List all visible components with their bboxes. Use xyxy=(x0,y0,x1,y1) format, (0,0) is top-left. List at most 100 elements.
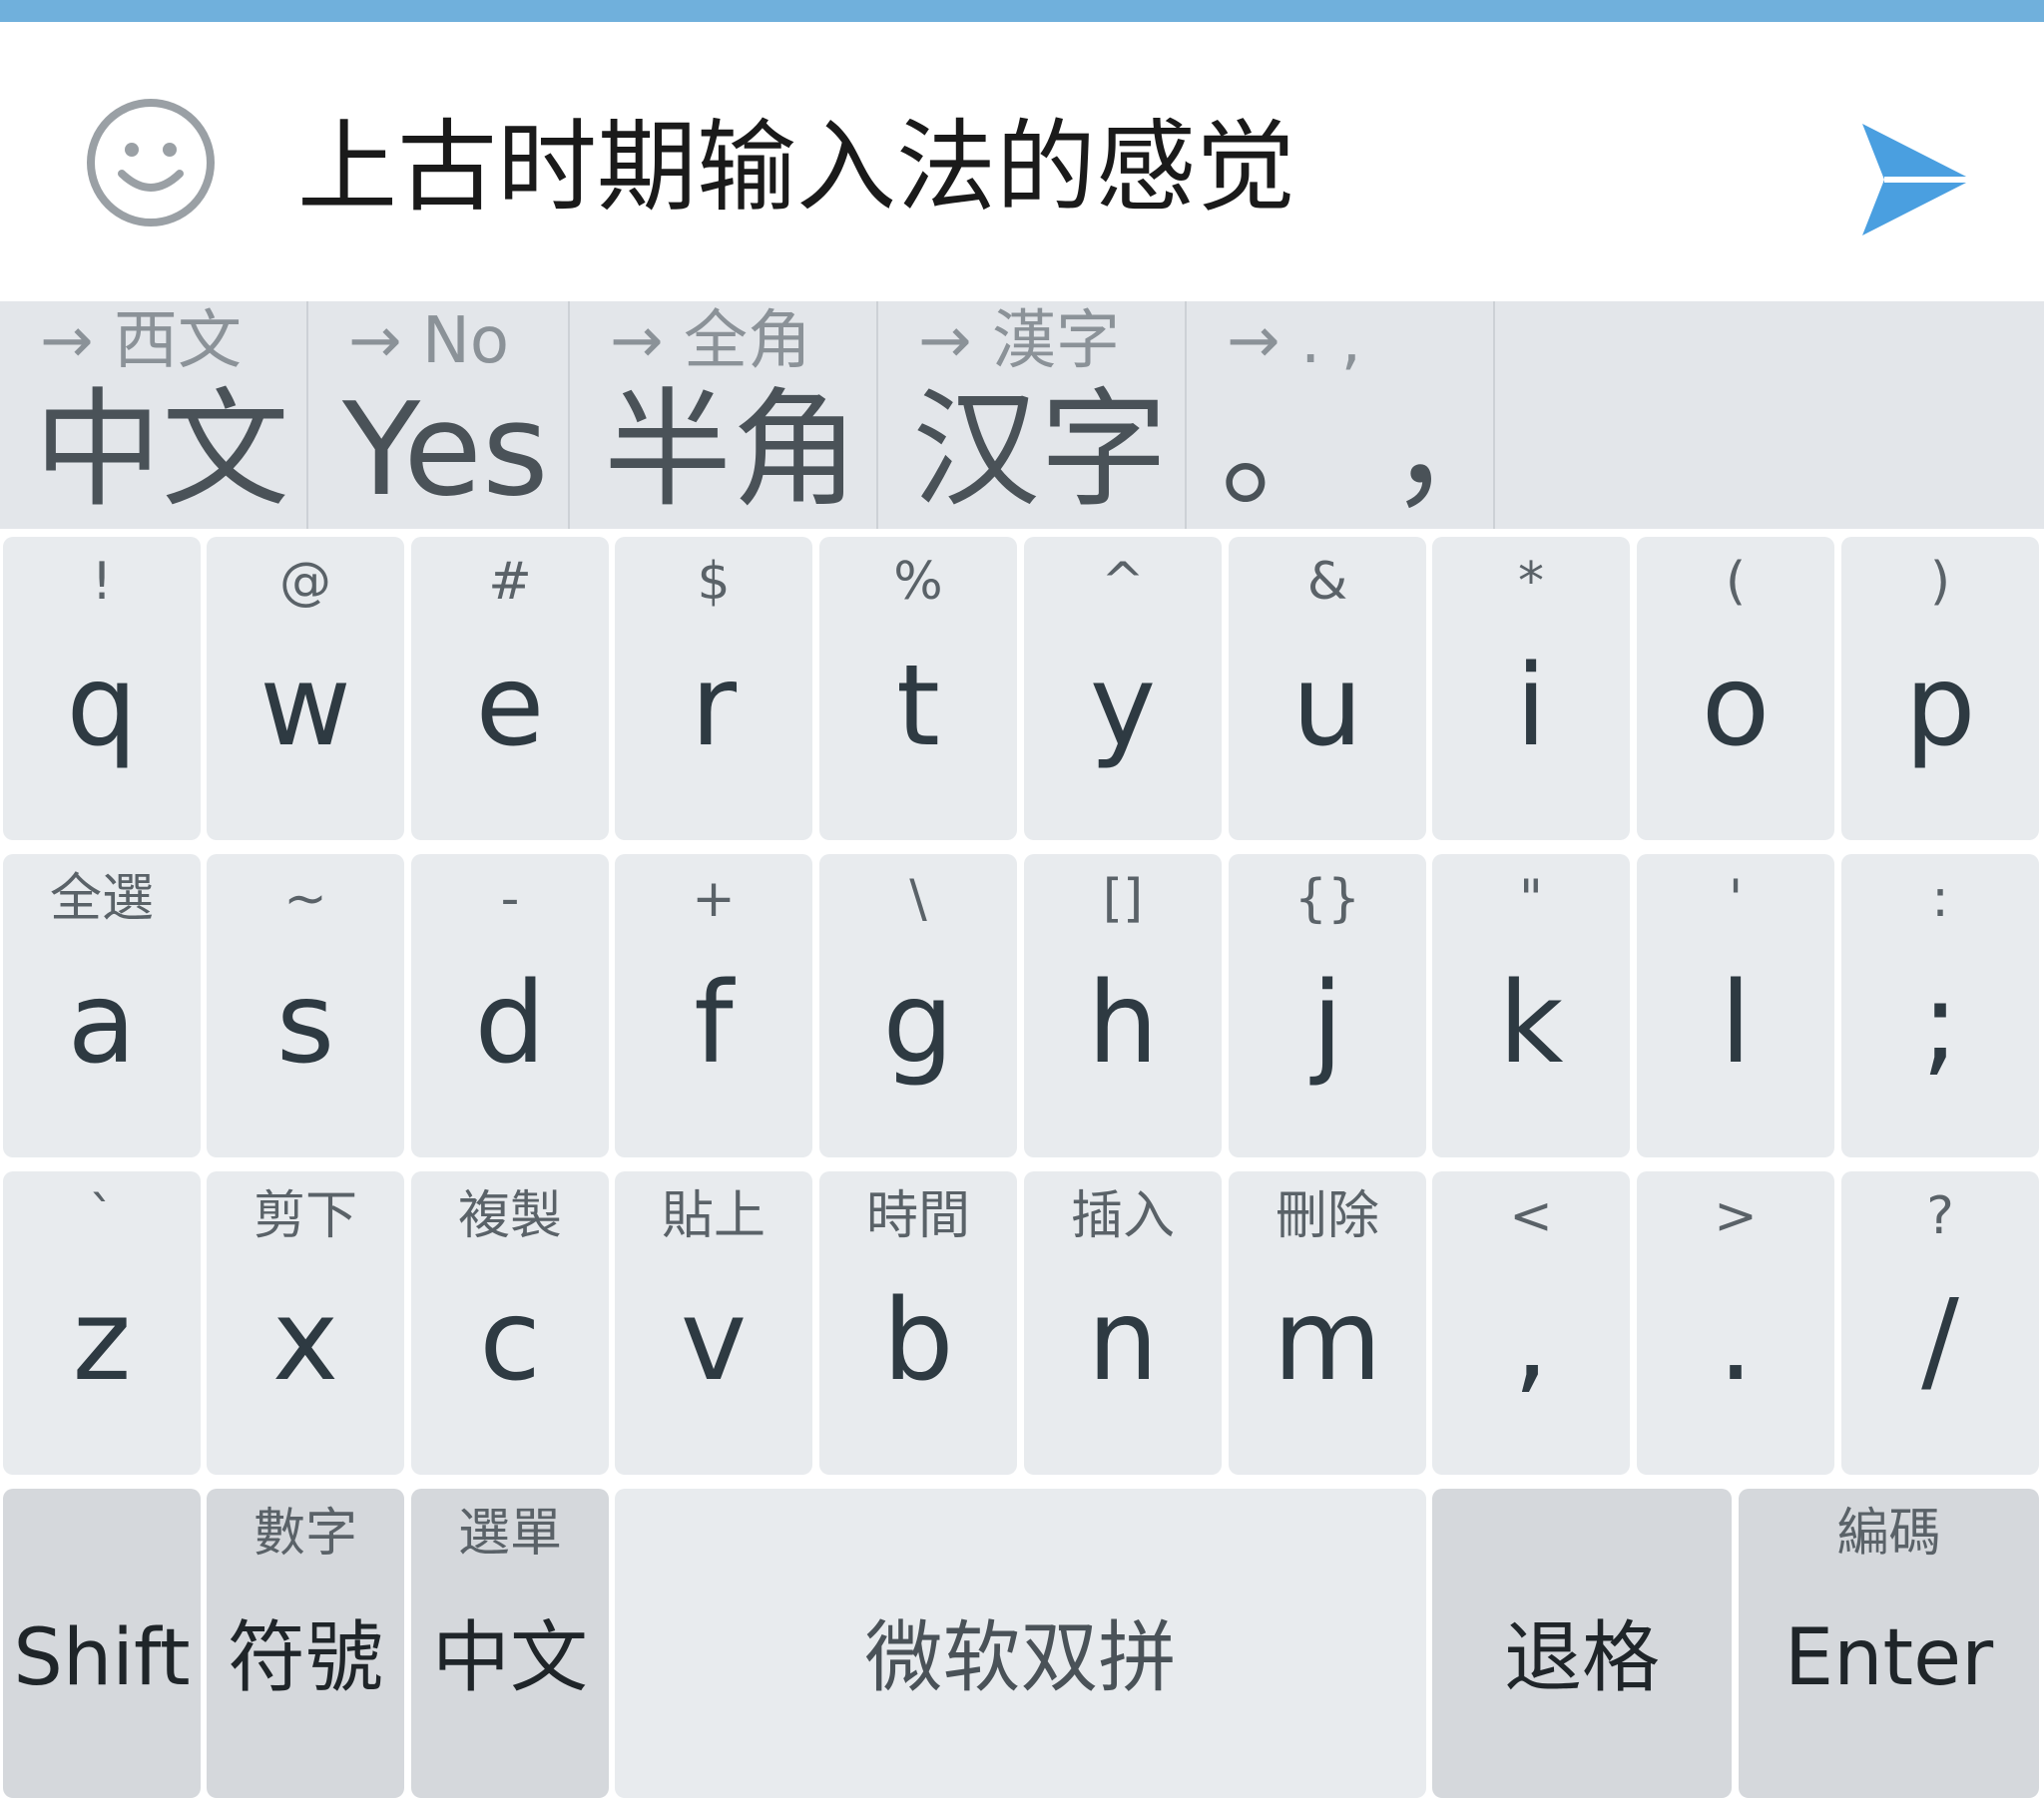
key-z[interactable]: ` z xyxy=(3,1171,201,1475)
key-main: w xyxy=(259,642,351,771)
key-alt: # xyxy=(488,552,532,612)
key-o[interactable]: (o xyxy=(1637,537,1834,840)
mode-toggle-language[interactable]: → 西文 中文 xyxy=(0,301,308,529)
key-alt: 插入 xyxy=(1070,1186,1175,1246)
mode-label: 中文 xyxy=(34,376,290,525)
symbols-key[interactable]: 數字 符號 xyxy=(207,1489,404,1798)
key-main: r xyxy=(690,642,738,771)
key-main: i xyxy=(1515,642,1547,771)
key-p[interactable]: ) p xyxy=(1841,537,2039,840)
key-n[interactable]: 插入 n xyxy=(1024,1171,1222,1475)
key-main: f xyxy=(694,959,734,1089)
key-alt: < xyxy=(1509,1186,1553,1246)
key-semicolon[interactable]: :; xyxy=(1841,854,2039,1157)
space-key[interactable]: 微软双拼 xyxy=(615,1489,1426,1798)
key-main: ; xyxy=(1921,959,1959,1089)
mode-hint: → No xyxy=(348,304,509,378)
key-l[interactable]: ' l xyxy=(1637,854,1834,1157)
key-alt: 貼上 xyxy=(661,1186,766,1246)
key-main: a xyxy=(67,959,137,1089)
mode-toggle-width[interactable]: → 全角 半角 xyxy=(570,301,878,529)
key-alt: ` xyxy=(89,1186,115,1246)
key-main: y xyxy=(1089,642,1157,771)
key-main: g xyxy=(882,959,954,1089)
mode-toggle-yes-no[interactable]: → No Yes xyxy=(308,301,570,529)
key-c[interactable]: 複製 c xyxy=(411,1171,609,1475)
key-comma[interactable]: <, xyxy=(1432,1171,1630,1475)
mode-toggle-punctuation[interactable]: → . , 。 ， xyxy=(1187,301,1517,529)
key-k[interactable]: " k xyxy=(1432,854,1630,1157)
key-main: l xyxy=(1720,959,1752,1089)
message-composer: 上古时期输入法的感觉 xyxy=(0,22,2044,301)
key-i[interactable]: * i xyxy=(1432,537,1630,840)
key-main: e xyxy=(475,642,545,771)
key-alt: - xyxy=(500,869,520,929)
key-j[interactable]: {} j xyxy=(1229,854,1426,1157)
key-main: v xyxy=(680,1276,748,1406)
key-r[interactable]: $ r xyxy=(615,537,812,840)
key-e[interactable]: # e xyxy=(411,537,609,840)
key-alt: $ xyxy=(697,552,731,612)
key-main: o xyxy=(1701,642,1771,771)
key-s[interactable]: ~ s xyxy=(207,854,404,1157)
mode-toggle-strip: → 西文 中文 → No Yes → 全角 半角 → 漢字 汉字 → . , 。… xyxy=(0,301,2044,529)
key-main: / xyxy=(1921,1276,1959,1406)
key-alt: @ xyxy=(279,552,331,612)
key-main: k xyxy=(1498,959,1564,1089)
shift-key[interactable]: Shift xyxy=(3,1489,201,1798)
key-alt: \ xyxy=(909,869,927,929)
key-period[interactable]: >. xyxy=(1637,1171,1834,1475)
smiley-face-icon[interactable] xyxy=(86,98,216,227)
key-m[interactable]: 刪除 m xyxy=(1229,1171,1426,1475)
key-alt: 剪下 xyxy=(253,1186,357,1246)
mode-hint: → 全角 xyxy=(610,304,811,378)
message-input[interactable]: 上古时期输入法的感觉 xyxy=(297,108,1794,227)
key-main: 符號 xyxy=(227,1613,383,1703)
key-alt: ) xyxy=(1929,552,1951,612)
key-main: Shift xyxy=(13,1613,191,1703)
key-alt: ? xyxy=(1926,1186,1954,1246)
key-t[interactable]: % t xyxy=(819,537,1017,840)
key-slash[interactable]: ? / xyxy=(1841,1171,2039,1475)
key-alt: 複製 xyxy=(457,1186,562,1246)
key-g[interactable]: \ g xyxy=(819,854,1017,1157)
key-w[interactable]: @ w xyxy=(207,537,404,840)
key-main: d xyxy=(474,959,546,1089)
language-key[interactable]: 選單 中文 xyxy=(411,1489,609,1798)
backspace-key[interactable]: 退格 xyxy=(1432,1489,1732,1798)
send-arrow-icon[interactable] xyxy=(1854,118,1978,241)
key-alt: 時間 xyxy=(865,1186,970,1246)
key-main: 微软双拼 xyxy=(864,1613,1177,1703)
key-main: . xyxy=(1718,1276,1754,1406)
key-main: z xyxy=(72,1276,132,1406)
soft-keyboard: ! q @ w # e $ r % t ^ y & u * i (o ) p 全選 a ~ s -d … xyxy=(0,529,2044,1805)
key-main: b xyxy=(882,1276,954,1406)
key-h[interactable]: [] h xyxy=(1024,854,1222,1157)
key-main: m xyxy=(1273,1276,1382,1406)
key-alt: 全選 xyxy=(49,869,154,929)
mode-toggle-script[interactable]: → 漢字 汉字 xyxy=(878,301,1187,529)
key-q[interactable]: ! q xyxy=(3,537,201,840)
top-app-bar-edge xyxy=(0,0,2044,22)
mode-label: Yes xyxy=(342,376,549,525)
key-main: x xyxy=(271,1276,339,1406)
key-x[interactable]: 剪下 x xyxy=(207,1171,404,1475)
key-alt: [] xyxy=(1102,869,1144,929)
key-u[interactable]: & u xyxy=(1229,537,1426,840)
key-main: 中文 xyxy=(431,1613,588,1703)
key-alt: > xyxy=(1714,1186,1758,1246)
key-main: c xyxy=(479,1276,541,1406)
key-y[interactable]: ^ y xyxy=(1024,537,1222,840)
key-d[interactable]: -d xyxy=(411,854,609,1157)
key-alt: % xyxy=(893,552,943,612)
key-a[interactable]: 全選 a xyxy=(3,854,201,1157)
mode-hint: → 西文 xyxy=(40,304,242,378)
key-f[interactable]: + f xyxy=(615,854,812,1157)
key-main: n xyxy=(1087,1276,1159,1406)
key-main: s xyxy=(275,959,335,1089)
key-alt: {} xyxy=(1293,869,1361,929)
key-v[interactable]: 貼上 v xyxy=(615,1171,812,1475)
key-alt: ^ xyxy=(1101,552,1145,612)
key-b[interactable]: 時間 b xyxy=(819,1171,1017,1475)
enter-key[interactable]: 編碼 Enter xyxy=(1739,1489,2039,1798)
